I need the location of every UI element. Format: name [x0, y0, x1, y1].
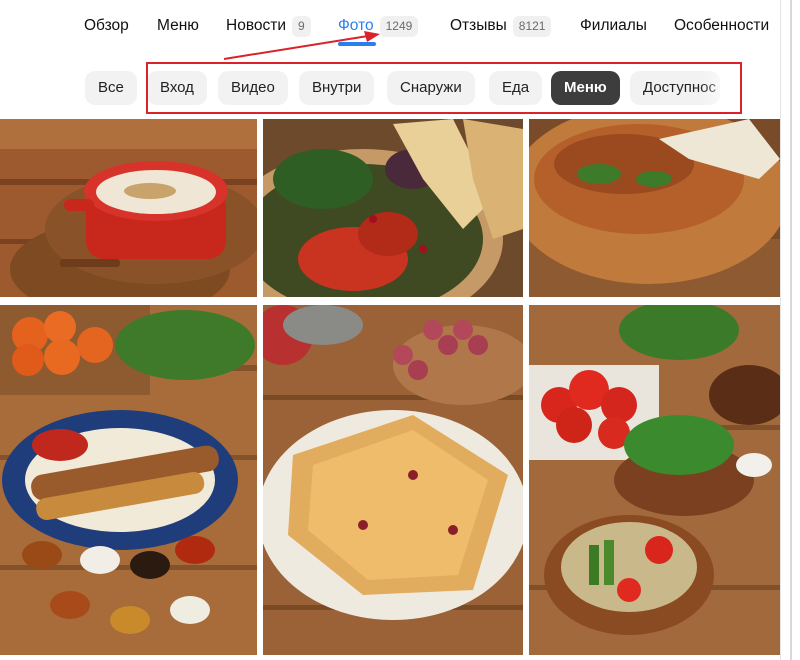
photo-khachapuri[interactable]	[529, 119, 780, 297]
photo-salad-bread[interactable]	[263, 119, 523, 297]
annotation-frame	[146, 62, 742, 114]
tab-reviews[interactable]: Отзывы 8121	[450, 14, 552, 38]
tab-count-badge: 9	[292, 15, 311, 37]
photo-vegetables[interactable]	[529, 305, 780, 655]
scrollbar[interactable]	[780, 0, 800, 660]
tab-branches[interactable]: Филиалы	[580, 14, 647, 38]
tab-label: Особенности	[674, 17, 770, 34]
scrollbar-track	[790, 0, 792, 660]
chip-all[interactable]: Все	[85, 71, 137, 105]
tab-count-badge: 1249	[379, 15, 419, 37]
tab-count-badge: 8121	[512, 15, 552, 37]
tab-overview[interactable]: Обзор	[84, 14, 129, 38]
tab-label: Обзор	[84, 17, 129, 34]
photo-soup-pot[interactable]	[0, 119, 257, 297]
photo-kebab-platter[interactable]	[0, 305, 257, 655]
photo-pastry[interactable]	[263, 305, 523, 655]
tab-photos[interactable]: Фото 1249	[338, 14, 419, 38]
section-tabs: Обзор Меню Новости 9 Фото 1249 Отзывы 8121 …	[0, 0, 780, 54]
tab-label: Новости	[226, 17, 287, 34]
tab-features[interactable]: Особенности	[674, 14, 769, 38]
tab-news[interactable]: Новости 9	[226, 14, 311, 38]
tab-label: Отзывы	[450, 17, 507, 34]
tab-menu[interactable]: Меню	[157, 14, 199, 38]
tab-label: Меню	[157, 17, 199, 34]
tab-label: Фото	[338, 17, 374, 34]
active-tab-underline	[338, 42, 376, 46]
tab-label: Филиалы	[580, 17, 647, 34]
